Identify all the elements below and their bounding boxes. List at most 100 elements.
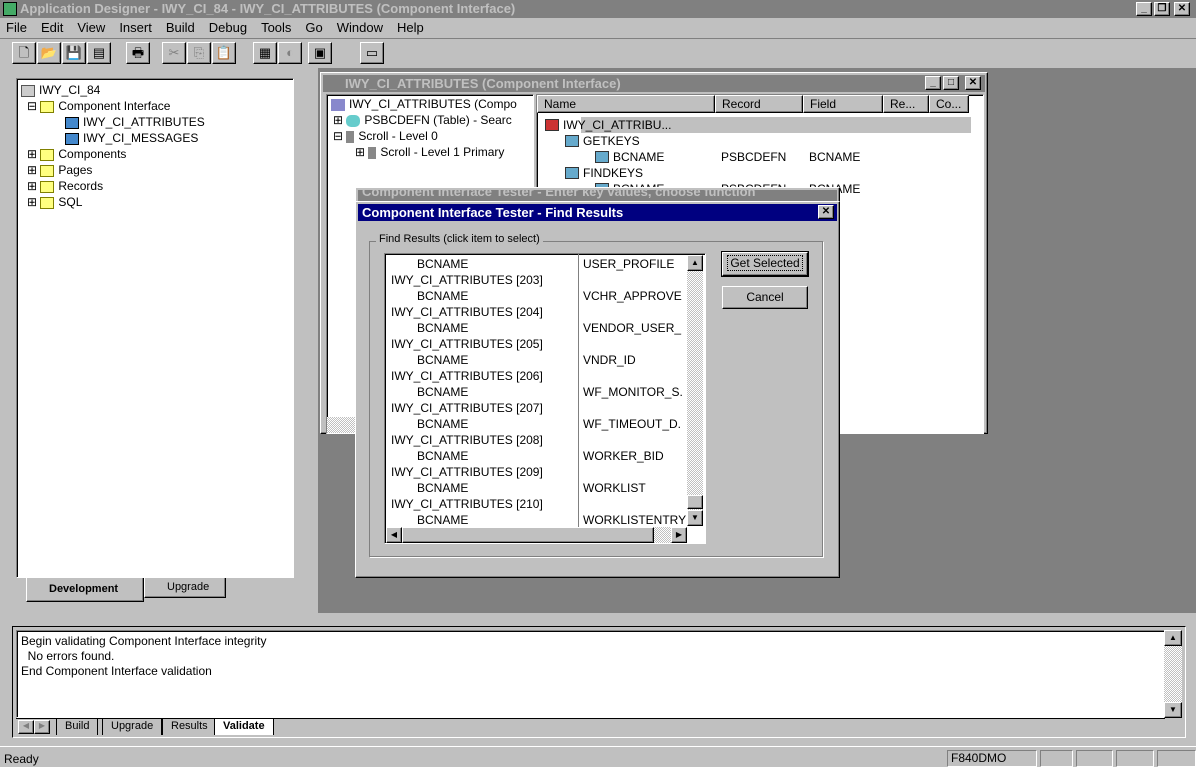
paste-icon[interactable]: 📋 <box>212 42 236 64</box>
tree-item-pages[interactable]: ⊞ Pages <box>27 163 92 177</box>
menu-view[interactable]: View <box>77 20 105 35</box>
dialog-close-button[interactable]: ✕ <box>818 205 834 219</box>
menu-debug[interactable]: Debug <box>209 20 247 35</box>
tab-upgrade[interactable]: Upgrade <box>144 578 226 598</box>
menu-build[interactable]: Build <box>166 20 195 35</box>
ci-maximize-button[interactable]: □ <box>943 76 959 90</box>
tree-item-components[interactable]: ⊞ Components <box>27 147 126 161</box>
hscroll-thumb[interactable] <box>402 527 654 543</box>
open-icon[interactable]: 📂 <box>37 42 61 64</box>
output-tab-upgrade[interactable]: Upgrade <box>102 719 163 735</box>
print-icon[interactable]: 🖶 <box>126 42 150 64</box>
app-title-bar: Application Designer - IWY_CI_84 - IWY_C… <box>0 0 1196 18</box>
tree-item-ci-messages[interactable]: IWY_CI_MESSAGES <box>65 131 198 145</box>
ci-property-row[interactable]: GETKEYS <box>537 133 983 149</box>
tab-development[interactable]: Development <box>26 578 144 602</box>
ci-property-row[interactable]: FINDKEYS <box>537 165 983 181</box>
result-row[interactable]: IWY_CI_ATTRIBUTES [206] <box>387 368 687 384</box>
results-hscrollbar[interactable]: ◀ ▶ <box>386 527 687 543</box>
output-vscrollbar[interactable]: ▲ ▼ <box>1164 630 1182 718</box>
result-row[interactable]: IWY_CI_ATTRIBUTES [205] <box>387 336 687 352</box>
close-button[interactable]: ✕ <box>1174 2 1190 16</box>
output-scroll-up[interactable]: ▲ <box>1164 630 1182 646</box>
ci-property-row[interactable]: BCNAME PSBCDEFN BCNAME <box>537 149 983 165</box>
tab-scroll-right[interactable]: ▶ <box>34 720 50 734</box>
folder-icon <box>40 164 55 177</box>
tree-item-ci-attributes[interactable]: IWY_CI_ATTRIBUTES <box>65 115 205 129</box>
status-text: Ready <box>4 752 39 766</box>
result-row[interactable]: BCNAME WF_TIMEOUT_D. <box>387 416 687 432</box>
minimize-button[interactable]: _ <box>1136 2 1152 16</box>
results-listbox[interactable]: BCNAME USER_PROFILE IWY_CI_ATTRIBUTES [203… <box>384 253 706 544</box>
tree-record[interactable]: ⊞ PSBCDEFN (Table) - Searc <box>333 113 512 127</box>
properties-icon[interactable]: ▦ <box>253 42 277 64</box>
group-label: Find Results (click item to select) <box>376 233 543 245</box>
result-row[interactable]: BCNAME WF_MONITOR_S. <box>387 384 687 400</box>
result-row[interactable]: BCNAME WORKLISTENTRY <box>387 512 687 527</box>
result-row[interactable]: BCNAME WORKER_BID <box>387 448 687 464</box>
copy-icon[interactable]: ⎘ <box>187 42 211 64</box>
result-row[interactable]: BCNAME VNDR_ID <box>387 352 687 368</box>
project-icon[interactable]: ▭ <box>360 42 384 64</box>
result-row[interactable]: BCNAME WORKLIST <box>387 480 687 496</box>
menu-edit[interactable]: Edit <box>41 20 63 35</box>
scroll-left-button[interactable]: ◀ <box>386 527 402 543</box>
result-value: WORKLISTENTRY <box>583 513 687 527</box>
output-tab-results[interactable]: Results <box>162 719 217 735</box>
result-row[interactable]: IWY_CI_ATTRIBUTES [208] <box>387 432 687 448</box>
output-tab-validate[interactable]: Validate <box>214 719 274 735</box>
result-row[interactable]: IWY_CI_ATTRIBUTES [209] <box>387 464 687 480</box>
tree-root[interactable]: IWY_CI_84 <box>21 83 100 97</box>
output-text[interactable]: Begin validating Component Interface int… <box>16 630 1165 718</box>
scroll-down-button[interactable]: ▼ <box>687 510 703 526</box>
column-header-re[interactable]: Re... <box>883 95 929 113</box>
restore-button[interactable]: ❐ <box>1154 2 1170 16</box>
tab-scroll-left[interactable]: ◀ <box>18 720 34 734</box>
ci-property-row[interactable]: IWY_CI_ATTRIBU... <box>537 117 983 133</box>
menu-tools[interactable]: Tools <box>261 20 291 35</box>
result-row[interactable]: IWY_CI_ATTRIBUTES [203] <box>387 272 687 288</box>
result-row[interactable]: BCNAME VENDOR_USER_ <box>387 320 687 336</box>
save-all-icon[interactable]: ▤ <box>87 42 111 64</box>
result-row[interactable]: IWY_CI_ATTRIBUTES [207] <box>387 400 687 416</box>
ci-close-button[interactable]: ✕ <box>965 76 981 90</box>
tree-scroll-0[interactable]: ⊟ Scroll - Level 0 <box>333 129 438 143</box>
cancel-button[interactable]: Cancel <box>722 286 808 309</box>
output-tab-build[interactable]: Build <box>56 719 99 735</box>
column-header-co[interactable]: Co... <box>929 95 969 113</box>
object-icon[interactable]: ◐ <box>278 42 302 64</box>
tree-item-sql[interactable]: ⊞ SQL <box>27 195 82 209</box>
column-header-name[interactable]: Name <box>537 95 715 113</box>
dialog-title-bar: Component Interface Tester - Find Result… <box>358 204 837 221</box>
result-row[interactable]: IWY_CI_ATTRIBUTES [210] <box>387 496 687 512</box>
get-selected-button[interactable]: Get Selected <box>721 251 809 277</box>
project-tree[interactable]: IWY_CI_84 ⊟ Component Interface IWY_CI_A… <box>16 78 294 578</box>
tree-ci-root[interactable]: IWY_CI_ATTRIBUTES (Compo <box>331 97 517 111</box>
tree-item-records[interactable]: ⊞ Records <box>27 179 103 193</box>
results-vscrollbar[interactable]: ▲ ▼ <box>687 255 703 526</box>
save-icon[interactable]: 💾 <box>62 42 86 64</box>
column-header-record[interactable]: Record <box>715 95 803 113</box>
cut-icon[interactable]: ✂ <box>162 42 186 64</box>
result-row[interactable]: BCNAME USER_PROFILE <box>387 256 687 272</box>
scroll-right-button[interactable]: ▶ <box>671 527 687 543</box>
result-key: BCNAME <box>417 449 469 463</box>
column-header-field[interactable]: Field <box>803 95 883 113</box>
result-row[interactable]: BCNAME VCHR_APPROVE <box>387 288 687 304</box>
ci-minimize-button[interactable]: _ <box>925 76 941 90</box>
scroll-up-button[interactable]: ▲ <box>687 255 703 271</box>
menu-file[interactable]: File <box>6 20 27 35</box>
tree-scroll-1[interactable]: ⊞ Scroll - Level 1 Primary <box>355 145 504 159</box>
row-icon <box>565 135 579 147</box>
result-row[interactable]: IWY_CI_ATTRIBUTES [204] <box>387 304 687 320</box>
menu-window[interactable]: Window <box>337 20 383 35</box>
menu-insert[interactable]: Insert <box>119 20 152 35</box>
menu-go[interactable]: Go <box>305 20 322 35</box>
output-scroll-down[interactable]: ▼ <box>1164 702 1182 718</box>
new-icon[interactable]: 🗋 <box>12 42 36 64</box>
scroll-thumb[interactable] <box>687 495 703 509</box>
tree-item-component-interface[interactable]: ⊟ Component Interface <box>27 99 170 113</box>
test-icon[interactable]: ▣ <box>308 42 332 64</box>
menu-help[interactable]: Help <box>397 20 424 35</box>
output-tabs: ◀ ▶ Build Upgrade Results Validate <box>16 718 1165 735</box>
